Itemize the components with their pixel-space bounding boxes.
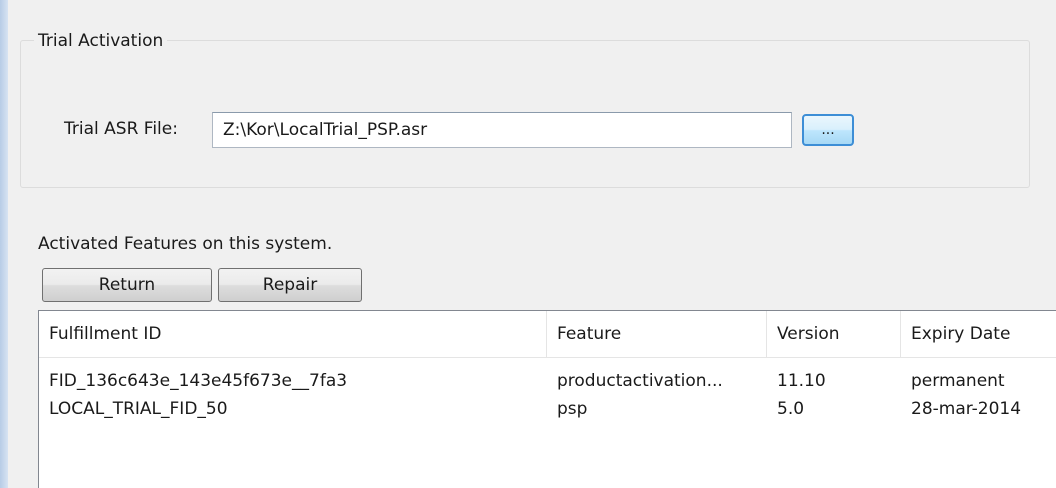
activated-features-label: Activated Features on this system. (38, 234, 333, 254)
cell-feature: productactivation... (557, 371, 723, 391)
trial-asr-file-label: Trial ASR File: (64, 119, 178, 139)
cell-version: 5.0 (777, 399, 805, 419)
trial-asr-file-input[interactable] (212, 112, 792, 148)
repair-button[interactable]: Repair (218, 268, 362, 302)
cell-fulfillment-id: LOCAL_TRIAL_FID_50 (49, 399, 228, 419)
cell-expiry-date: permanent (911, 371, 1005, 391)
activation-panel: Trial Activation Trial ASR File: ... Act… (8, 0, 1056, 488)
cell-feature: psp (557, 399, 588, 419)
column-header-version[interactable]: Version (767, 311, 901, 357)
cell-version: 11.10 (777, 371, 826, 391)
window-left-edge (0, 0, 8, 488)
activated-features-list[interactable]: Fulfillment ID Feature Version Expiry Da… (38, 310, 1056, 488)
column-header-fulfillment-id[interactable]: Fulfillment ID (39, 311, 547, 357)
trial-activation-title: Trial Activation (34, 30, 168, 52)
browse-button[interactable]: ... (802, 114, 854, 146)
cell-expiry-date: 28-mar-2014 (911, 399, 1022, 419)
list-item[interactable]: LOCAL_TRIAL_FID_50 psp 5.0 28-mar-2014 (39, 395, 1056, 423)
list-item[interactable]: FID_136c643e_143e45f673e__7fa3 productac… (39, 367, 1056, 395)
cell-fulfillment-id: FID_136c643e_143e45f673e__7fa3 (49, 371, 348, 391)
list-header: Fulfillment ID Feature Version Expiry Da… (39, 311, 1056, 358)
column-header-expiry-date[interactable]: Expiry Date (901, 311, 1056, 357)
column-header-feature[interactable]: Feature (547, 311, 767, 357)
return-button[interactable]: Return (42, 268, 212, 302)
